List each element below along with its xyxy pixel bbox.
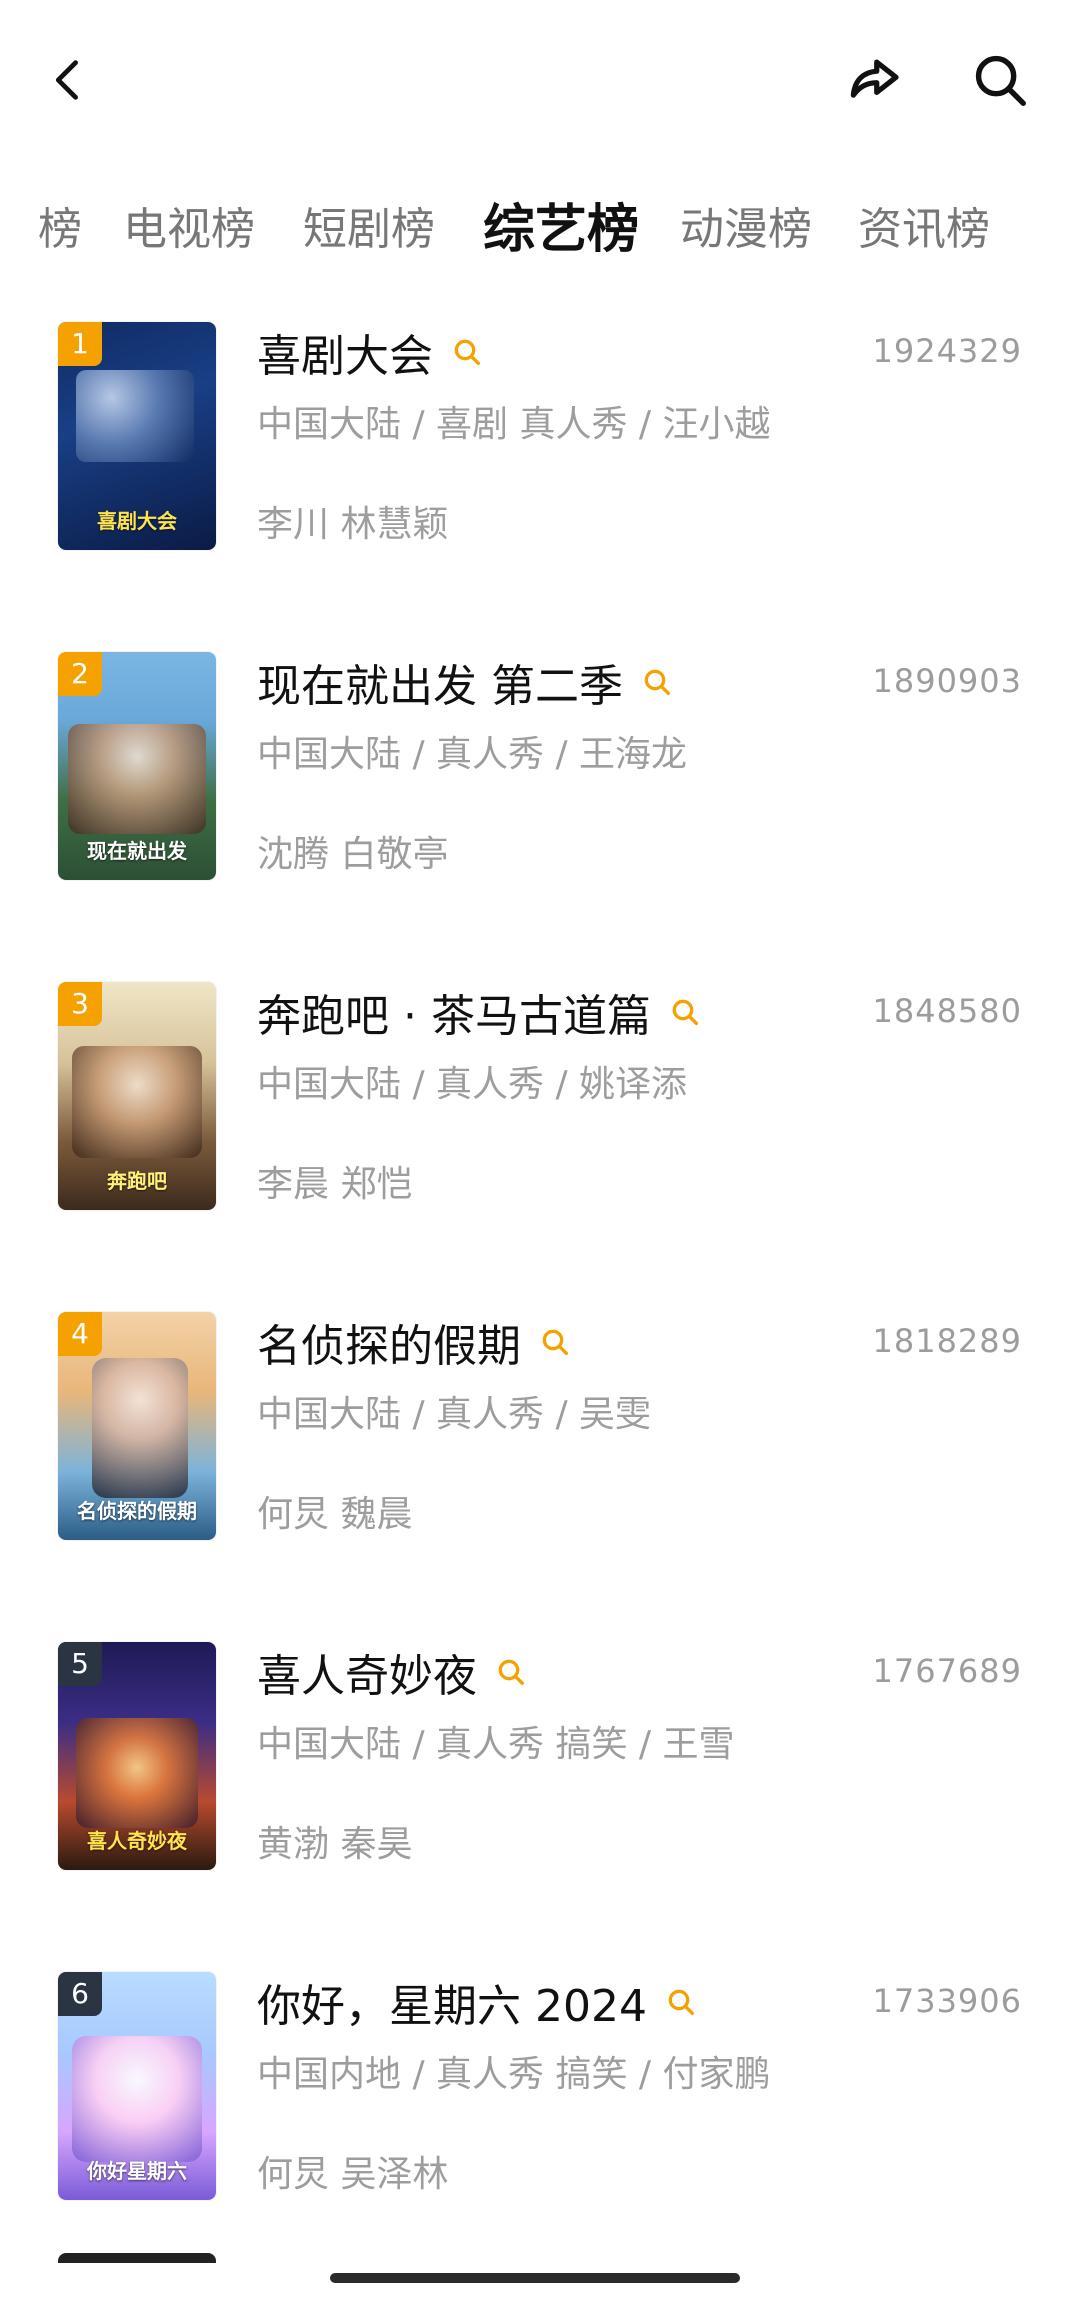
meta-line: 中国内地 / 真人秀 搞笑 / 付家鹏: [257, 2054, 771, 2095]
rank-badge: 1: [58, 322, 102, 366]
list-item[interactable]: 现在就出发 2 现在就出发 第二季 1890903 中国大陆 / 真人秀 / 王…: [0, 630, 1080, 960]
poster-logo: 喜剧大会: [97, 509, 177, 533]
title[interactable]: 现在就出发 第二季: [257, 650, 623, 714]
poster-thumbnail[interactable]: 名侦探的假期 4: [58, 1312, 216, 1540]
tab-news[interactable]: 资讯榜: [858, 190, 990, 270]
poster-logo: 奔跑吧: [107, 1169, 167, 1193]
list-item[interactable]: 喜剧大会 1 喜剧大会 1924329 中国大陆 / 喜剧 真人秀 / 汪小越 …: [0, 300, 1080, 630]
poster-logo: 现在就出发: [87, 839, 187, 863]
partial-list-item: [58, 2253, 216, 2263]
list-item[interactable]: 你好星期六 6 你好，星期六 2024 1733906 中国内地 / 真人秀 搞…: [0, 1950, 1080, 2280]
cast-line: 李晨 郑恺: [257, 1164, 413, 1205]
meta-line: 中国大陆 / 真人秀 / 姚译添: [257, 1064, 688, 1105]
title[interactable]: 喜人奇妙夜: [257, 1640, 477, 1704]
score: 1924329: [872, 332, 1022, 370]
cast-line: 李川 林慧颖: [257, 504, 449, 545]
title[interactable]: 你好，星期六 2024: [257, 1970, 647, 2034]
meta-line: 中国大陆 / 真人秀 / 王海龙: [257, 734, 688, 775]
search-icon[interactable]: [641, 666, 673, 698]
score: 1848580: [872, 992, 1022, 1030]
title[interactable]: 名侦探的假期: [257, 1310, 521, 1374]
poster-thumbnail[interactable]: 你好星期六 6: [58, 1972, 216, 2200]
search-icon[interactable]: [451, 336, 483, 368]
title-group: 喜人奇妙夜: [257, 1642, 527, 1702]
title[interactable]: 奔跑吧 · 茶马古道篇: [257, 980, 651, 1044]
search-icon[interactable]: [669, 996, 701, 1028]
title-group: 喜剧大会: [257, 322, 483, 382]
cast-line: 沈腾 白敬亭: [257, 834, 449, 875]
score: 1733906: [872, 1982, 1022, 2020]
score: 1818289: [872, 1322, 1022, 1360]
meta-line: 中国大陆 / 真人秀 / 吴雯: [257, 1394, 652, 1435]
search-button[interactable]: [952, 32, 1048, 128]
meta-line: 中国大陆 / 真人秀 搞笑 / 王雪: [257, 1724, 735, 1765]
score: 1767689: [872, 1652, 1022, 1690]
list-item[interactable]: 喜人奇妙夜 5 喜人奇妙夜 1767689 中国大陆 / 真人秀 搞笑 / 王雪…: [0, 1620, 1080, 1950]
chevron-left-icon: [55, 60, 78, 100]
back-button[interactable]: [20, 32, 116, 128]
rank-badge: 2: [58, 652, 102, 696]
poster-logo: 喜人奇妙夜: [87, 1829, 187, 1853]
tab-anime[interactable]: 动漫榜: [680, 190, 812, 270]
rank-badge: 3: [58, 982, 102, 1026]
title-group: 名侦探的假期: [257, 1312, 571, 1372]
share-button[interactable]: [826, 32, 922, 128]
title-group: 奔跑吧 · 茶马古道篇: [257, 982, 701, 1042]
home-indicator[interactable]: [330, 2273, 740, 2283]
list-item[interactable]: 名侦探的假期 4 名侦探的假期 1818289 中国大陆 / 真人秀 / 吴雯 …: [0, 1290, 1080, 1620]
rank-badge: 6: [58, 1972, 102, 2016]
tab-short-drama[interactable]: 短剧榜: [303, 190, 435, 270]
score: 1890903: [872, 662, 1022, 700]
category-tabs: 榜 电视榜 短剧榜 综艺榜 动漫榜 资讯榜: [0, 190, 1080, 270]
meta-line: 中国大陆 / 喜剧 真人秀 / 汪小越: [257, 404, 771, 445]
cast-line: 黄渤 秦昊: [257, 1824, 413, 1865]
poster-thumbnail[interactable]: 奔跑吧 3: [58, 982, 216, 1210]
poster-logo: 你好星期六: [87, 2159, 187, 2183]
title-group: 你好，星期六 2024: [257, 1972, 697, 2032]
search-icon[interactable]: [495, 1656, 527, 1688]
tab-partial[interactable]: 榜: [38, 190, 82, 270]
tab-tv[interactable]: 电视榜: [123, 190, 255, 270]
rank-badge: 5: [58, 1642, 102, 1686]
search-icon: [975, 55, 1026, 106]
poster-logo: 名侦探的假期: [77, 1499, 197, 1523]
poster-thumbnail[interactable]: 喜人奇妙夜 5: [58, 1642, 216, 1870]
cast-line: 何炅 吴泽林: [257, 2154, 449, 2195]
top-bar: [0, 0, 1080, 170]
cast-line: 何炅 魏晨: [257, 1494, 413, 1535]
title[interactable]: 喜剧大会: [257, 320, 433, 384]
search-icon[interactable]: [539, 1326, 571, 1358]
poster-thumbnail[interactable]: 现在就出发 2: [58, 652, 216, 880]
rank-badge: 4: [58, 1312, 102, 1356]
tab-variety[interactable]: 综艺榜: [483, 190, 639, 270]
title-group: 现在就出发 第二季: [257, 652, 673, 712]
share-icon: [850, 59, 899, 98]
search-icon[interactable]: [665, 1986, 697, 2018]
poster-thumbnail[interactable]: 喜剧大会 1: [58, 322, 216, 550]
list-item[interactable]: 奔跑吧 3 奔跑吧 · 茶马古道篇 1848580 中国大陆 / 真人秀 / 姚…: [0, 960, 1080, 1290]
